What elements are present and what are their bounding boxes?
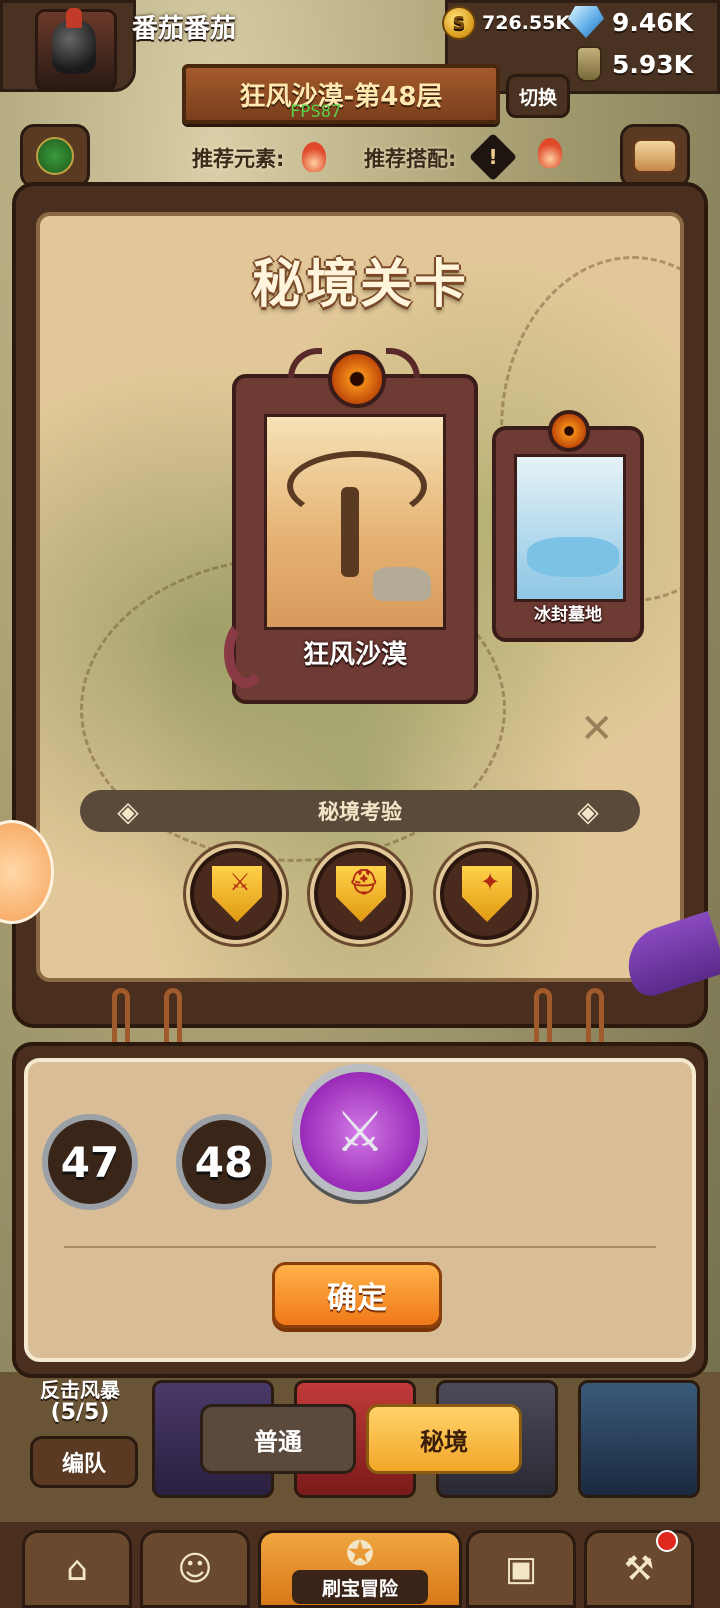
potion-resource[interactable]: 5.93K: [576, 46, 693, 82]
recommend-combo-label: 推荐搭配:: [364, 147, 457, 171]
hero-slot[interactable]: [578, 1380, 700, 1498]
stage-card-label: 狂风沙漠: [302, 640, 407, 670]
eye-ornament-icon: [548, 410, 590, 452]
section-title: 秘境关卡: [251, 255, 468, 315]
team-name: 反击风暴: [40, 1378, 120, 1402]
clover-icon: [36, 137, 74, 175]
bag-icon: ▣: [504, 1549, 538, 1589]
trial-bar: 秘境考验: [80, 790, 640, 832]
fire-element-icon: [302, 142, 326, 172]
map-x-mark-icon: ✕: [580, 706, 614, 752]
forge-icon: ⚒: [623, 1549, 655, 1589]
warning-icon[interactable]: !: [468, 132, 518, 182]
formation-button[interactable]: 编队: [30, 1436, 138, 1488]
eye-ornament-icon: [328, 350, 386, 408]
level-node[interactable]: 48: [176, 1114, 272, 1210]
confirm-button[interactable]: 确定: [272, 1262, 442, 1328]
stage-card-desert[interactable]: 狂风沙漠: [224, 348, 478, 704]
mode-secret-button[interactable]: 秘境: [366, 1404, 522, 1474]
notification-dot: [656, 1530, 678, 1552]
scroll-icon: [633, 139, 677, 173]
gems-value: 9.46K: [612, 7, 694, 37]
gems-resource[interactable]: 9.46K: [568, 6, 693, 38]
current-level-node[interactable]: ⚔: [292, 1064, 428, 1200]
clover-button[interactable]: [20, 124, 90, 188]
boot-icon: ✦: [479, 868, 501, 896]
desert-stage-image: [264, 414, 446, 630]
stage-card-label: 冰封墓地: [534, 605, 602, 625]
team-count: (5/5): [50, 1400, 110, 1425]
trial-label: 秘境考验: [318, 800, 402, 824]
switch-button[interactable]: 切换: [506, 74, 570, 118]
bottle-icon: [576, 46, 602, 82]
ice-stage-image: [514, 454, 626, 602]
coin-icon: S: [442, 6, 476, 40]
attack-debuff-icon: ⚔: [229, 868, 251, 896]
shop-icon: ⌂: [66, 1549, 88, 1589]
tentacle-decoration: [224, 618, 268, 688]
avatar-frame[interactable]: [0, 0, 136, 92]
stage-card-ice[interactable]: 冰封墓地: [492, 410, 644, 642]
hero-icon: ☺: [177, 1549, 213, 1589]
ornament-right-icon: ◈: [577, 794, 599, 828]
knight-helmet-icon: [52, 20, 96, 74]
nav-hero[interactable]: ☺: [140, 1530, 250, 1608]
coins-value: 726.55K: [482, 12, 571, 34]
crossed-swords-icon: ⚔: [334, 1099, 386, 1165]
trial-badge-attack[interactable]: ⚔: [190, 848, 282, 940]
mode-normal-button[interactable]: 普通: [200, 1404, 356, 1474]
level-track: [64, 1246, 656, 1248]
fire-element-icon-small: [538, 138, 562, 168]
potion-value: 5.93K: [612, 49, 694, 79]
helmet-plume: [66, 8, 82, 28]
coins-resource[interactable]: S 726.55K: [442, 6, 570, 40]
desert-rock: [373, 567, 431, 601]
trial-badge-helmet[interactable]: ⛑: [314, 848, 406, 940]
gem-icon: [568, 6, 604, 38]
avatar[interactable]: [35, 8, 117, 91]
scroll-button[interactable]: [620, 124, 690, 188]
nav-adventure-label: 刷宝冒险: [292, 1570, 428, 1604]
warning-symbol: !: [488, 145, 498, 169]
adventure-icon: ✪: [345, 1534, 375, 1574]
recommend-element-label: 推荐元素:: [192, 147, 285, 171]
nav-bag[interactable]: ▣: [466, 1530, 576, 1608]
level-node[interactable]: 47: [42, 1114, 138, 1210]
trial-badge-boot[interactable]: ✦: [440, 848, 532, 940]
ice-water: [527, 537, 619, 577]
nav-shop[interactable]: ⌂: [22, 1530, 132, 1608]
ornament-left-icon: ◈: [117, 794, 139, 828]
helmet-icon: ⛑: [348, 868, 380, 896]
fps-counter: FPS87: [290, 102, 342, 122]
tree-trunk: [341, 487, 359, 577]
player-name: 番茄番茄: [132, 14, 237, 44]
